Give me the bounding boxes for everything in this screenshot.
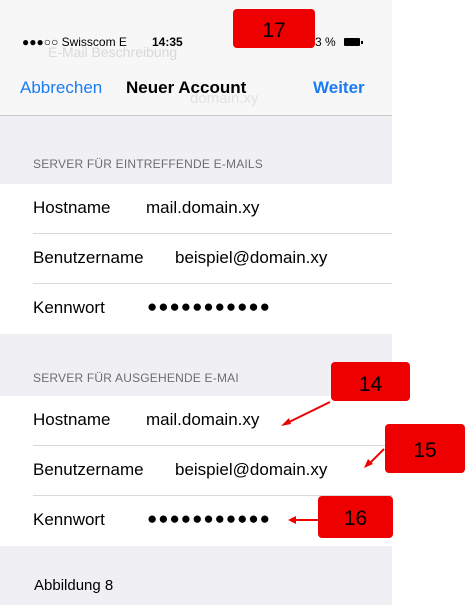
annotation-badge-15: 15 [385,424,465,473]
annotation-badge-16: 16 [318,496,393,538]
annotation-badge-17: 17 [233,9,315,48]
arrow-14-head [281,418,291,426]
figure-caption: Abbildung 8 [34,577,114,594]
arrow-14 [284,401,331,425]
annotation-badge-14: 14 [331,362,410,401]
annotation-arrows [281,401,385,524]
arrow-16-head [288,516,296,524]
